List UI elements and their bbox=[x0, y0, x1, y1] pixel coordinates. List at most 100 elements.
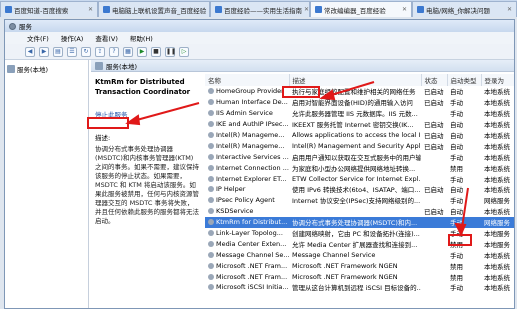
service-startup-cell: 手动 bbox=[450, 251, 463, 260]
service-status-cell bbox=[421, 238, 447, 249]
menu-view[interactable]: 查看(V) bbox=[95, 33, 118, 43]
pause-icon[interactable]: ❚❚ bbox=[165, 46, 176, 57]
service-logon-cell: 本地系统 bbox=[484, 251, 510, 260]
table-row[interactable]: Interactive Services ... 启用用户通知以获取在交互式服务中… bbox=[205, 151, 514, 162]
column-status[interactable]: 状态 bbox=[421, 74, 448, 86]
browser-tab-active[interactable]: 常改编编器_百度经验 ✕ bbox=[310, 1, 412, 17]
menu-help[interactable]: 帮助(H) bbox=[130, 33, 153, 43]
close-icon[interactable]: ✕ bbox=[507, 6, 512, 13]
service-logon-cell: 网络服务 bbox=[481, 216, 514, 228]
table-row[interactable]: Human Interface De... 启用对智能界面设备(HID)的通用输入… bbox=[205, 97, 514, 108]
column-description[interactable]: 描述 bbox=[289, 74, 422, 86]
window-title: 服务 bbox=[19, 23, 32, 31]
service-description-cell: ETW Collector Service for Internet Expl.… bbox=[292, 174, 421, 183]
service-status-cell bbox=[421, 249, 447, 260]
service-logon-cell: 本地系统 bbox=[484, 153, 510, 162]
service-description-cell: Internet 协议安全(IPSec)支持网络级别的... bbox=[292, 197, 421, 206]
table-row[interactable]: Microsoft iSCSI Initia... 管理从这台计算机到远程 iSC… bbox=[205, 282, 514, 293]
service-name-cell: Human Interface De... bbox=[205, 97, 289, 108]
service-description-cell: Allows applications to access the local … bbox=[292, 131, 421, 139]
annotation-box-description-column bbox=[282, 86, 320, 98]
table-row[interactable]: KSDService 已启动 自动 本地系统 bbox=[205, 206, 514, 217]
service-status-cell bbox=[421, 151, 447, 162]
service-description-cell: 启用对智能界面设备(HID)的通用输入访问 bbox=[292, 99, 413, 108]
services-table: 名称 描述 状态 启动类型 登录为 HomeGroup Provider 执行与家… bbox=[205, 74, 514, 293]
service-gear-icon bbox=[208, 219, 214, 226]
browser-tab[interactable]: 百度知道-百度搜索 ✕ bbox=[0, 1, 98, 17]
service-name-cell: Link-Layer Topolog... bbox=[205, 228, 289, 239]
back-icon[interactable]: ◀ bbox=[25, 46, 35, 57]
service-description-cell: 创建网络映射，它由 PC 和设备拓扑(连接)... bbox=[292, 230, 420, 239]
service-name-cell: KtmRm for Distribut... bbox=[205, 216, 289, 228]
services-window: 服务 文件(F) 操作(A) 查看(V) 帮助(H) ◀ ▶ ▤ ☰ ↻ ⇪ ?… bbox=[4, 19, 515, 309]
service-name-cell: IPsec Policy Agent bbox=[205, 195, 289, 206]
service-description-cell: 协调分布式事务处理协调器(MSDTC)和内... bbox=[289, 216, 421, 228]
list-icon[interactable]: ☰ bbox=[67, 46, 77, 57]
tree-pane: 服务(本地) bbox=[5, 60, 89, 308]
service-gear-icon bbox=[208, 164, 214, 171]
help-icon[interactable]: ? bbox=[109, 46, 119, 57]
service-description-cell: 使用 IPv6 转换技术(6to4、ISATAP、端口... bbox=[292, 186, 421, 195]
browser-tab[interactable]: 百度经验——实用生活指南 ✕ bbox=[210, 1, 310, 17]
table-row[interactable]: IPsec Policy Agent Internet 协议安全(IPSec)支持… bbox=[205, 195, 514, 206]
service-gear-icon bbox=[208, 240, 214, 247]
service-description-cell: Intel(R) Management and Security Appl... bbox=[292, 141, 421, 150]
service-logon-cell: 本地服务 bbox=[484, 230, 510, 239]
table-row[interactable]: Internet Connection ... 为家庭和小型办公网络提供网络地址转… bbox=[205, 162, 514, 173]
service-name-cell: Microsoft .NET Fram... bbox=[205, 271, 289, 282]
menu-file[interactable]: 文件(F) bbox=[27, 33, 49, 43]
service-name-cell: Intel(R) Manageme... bbox=[205, 140, 289, 151]
table-row[interactable]: Internet Explorer ET... ETW Collector Ser… bbox=[205, 173, 514, 184]
service-name-cell: Microsoft .NET Fram... bbox=[205, 260, 289, 271]
service-status-cell bbox=[421, 271, 447, 282]
service-description-cell: 为家庭和小型办公网络提供网络地址转换... bbox=[292, 164, 416, 173]
service-description-cell: 允许此服务器管理 IIS 元数据库。IIS 元数... bbox=[292, 110, 418, 119]
console-icon[interactable]: ▤ bbox=[53, 46, 63, 57]
service-startup-cell: 手动 bbox=[450, 175, 463, 184]
column-logon-as[interactable]: 登录为 bbox=[481, 74, 514, 86]
forward-icon[interactable]: ▶ bbox=[39, 46, 49, 57]
refresh-icon[interactable]: ↻ bbox=[81, 46, 91, 57]
service-logon-cell: 本地系统 bbox=[484, 164, 510, 173]
service-startup-cell: 手动 bbox=[447, 216, 481, 228]
menu-action[interactable]: 操作(A) bbox=[61, 33, 84, 43]
service-startup-cell: 自动 bbox=[450, 121, 463, 130]
page-icon bbox=[103, 6, 110, 13]
close-icon[interactable]: ✕ bbox=[88, 6, 93, 13]
table-row[interactable]: Microsoft .NET Fram... Microsoft .NET Fra… bbox=[205, 271, 514, 282]
export-icon[interactable]: ⇪ bbox=[95, 46, 105, 57]
service-startup-cell: 手动 bbox=[450, 284, 463, 293]
play-icon[interactable]: ▶ bbox=[137, 46, 147, 57]
restart-icon[interactable]: ▷ bbox=[179, 46, 189, 57]
service-status-cell: 已启动 bbox=[424, 99, 444, 108]
close-icon[interactable]: ✕ bbox=[304, 6, 309, 13]
table-row[interactable]: IKE and AuthIP IPsec... IKEEXT 服务托管 Inter… bbox=[205, 119, 514, 130]
column-name[interactable]: 名称 bbox=[205, 74, 290, 86]
service-gear-icon bbox=[208, 175, 214, 182]
properties-icon[interactable]: ▦ bbox=[123, 46, 133, 57]
service-name-cell: Interactive Services ... bbox=[205, 151, 289, 162]
column-startup-type[interactable]: 启动类型 bbox=[447, 74, 482, 86]
tree-item-services-local[interactable]: 服务(本地) bbox=[17, 64, 48, 74]
browser-tab[interactable]: 电脑脑上联机设置声音_百度经验✕ bbox=[98, 1, 210, 17]
service-startup-cell: 禁用 bbox=[450, 262, 463, 271]
table-row[interactable]: Intel(R) Manageme... Allows applications … bbox=[205, 130, 514, 141]
browser-tab[interactable]: 电脑/网络_你解决问题 ✕ bbox=[412, 1, 517, 17]
description-text: 协调分布式事务处理协调器(MSDTC)和内核事务管理器(KTM)之间的事务。如果… bbox=[95, 145, 199, 225]
table-row[interactable]: Intel(R) Manageme... Intel(R) Management … bbox=[205, 140, 514, 151]
services-icon bbox=[95, 62, 103, 70]
table-row[interactable]: HomeGroup Provider 执行与家庭组的配置和维护相关的网络任务 已启动… bbox=[205, 86, 514, 97]
annotation-box-startup-type bbox=[448, 234, 472, 246]
service-status-cell bbox=[421, 228, 447, 239]
service-logon-cell: 本地系统 bbox=[484, 273, 510, 282]
service-gear-icon bbox=[208, 99, 214, 106]
table-row[interactable]: Microsoft .NET Fram... Microsoft .NET Fra… bbox=[205, 260, 514, 271]
close-icon[interactable]: ✕ bbox=[402, 6, 407, 13]
table-row[interactable]: IIS Admin Service 允许此服务器管理 IIS 元数据库。IIS 元… bbox=[205, 108, 514, 119]
services-icon bbox=[7, 65, 15, 73]
table-row[interactable]: IP Helper 使用 IPv6 转换技术(6to4、ISATAP、端口... 已… bbox=[205, 184, 514, 195]
stop-icon[interactable]: ■ bbox=[151, 46, 161, 57]
table-row[interactable]: KtmRm for Distribut... 协调分布式事务处理协调器(MSDTC… bbox=[205, 216, 514, 228]
service-startup-cell: 手动 bbox=[450, 110, 463, 119]
table-row[interactable]: Message Channel Se... Message Channel Ser… bbox=[205, 249, 514, 260]
